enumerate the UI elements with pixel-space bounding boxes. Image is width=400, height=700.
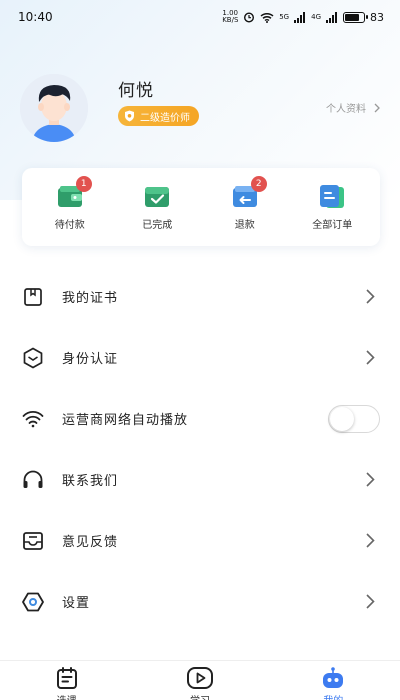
network-speed: 1.00 KB/S — [222, 9, 239, 24]
menu-label: 运营商网络自动播放 — [62, 413, 189, 428]
order-label: 全部订单 — [312, 219, 353, 231]
chevron-right-icon — [364, 472, 376, 488]
signal-bars-icon-2 — [326, 11, 337, 23]
certificate-icon — [22, 286, 44, 308]
autoplay-toggle[interactable] — [328, 404, 380, 433]
menu-label: 身份认证 — [62, 352, 119, 367]
signal-label-1: 5G — [279, 13, 290, 21]
battery-level: 83 — [370, 10, 384, 24]
order-card: 1 待付款 已完成 2 退款 全部订单 — [22, 168, 380, 246]
nav-label: 学习 — [190, 692, 210, 700]
settings-hex-icon — [22, 591, 44, 613]
menu-item-settings[interactable]: 设置 — [0, 571, 400, 632]
calendar-icon — [56, 667, 77, 689]
menu-label: 联系我们 — [62, 474, 119, 489]
profile-link-label: 个人资料 — [326, 104, 366, 115]
refund-count-badge: 2 — [250, 175, 267, 192]
nav-label: 选课 — [57, 692, 77, 700]
chevron-right-icon — [364, 533, 376, 549]
signal-bars-icon — [294, 11, 306, 23]
menu-item-contact[interactable]: 联系我们 — [0, 449, 400, 510]
alarm-icon — [244, 12, 255, 23]
settings-menu: 我的证书 身份认证 运营商网络自动播放 联系我们 意见反馈 设置 — [0, 266, 400, 632]
menu-label: 意见反馈 — [62, 535, 119, 550]
signal-label-2: 4G — [311, 13, 321, 21]
avatar[interactable] — [20, 74, 88, 142]
order-refund[interactable]: 2 退款 — [205, 175, 285, 231]
profile-link[interactable]: 个人资料 — [326, 100, 380, 115]
toggle-knob — [330, 406, 354, 431]
shield-icon — [123, 110, 135, 122]
robot-icon — [323, 667, 344, 688]
status-icons: 1.00 KB/S 5G 4G 83 — [222, 10, 384, 24]
level-badge: 二级造价师 — [118, 106, 199, 126]
chevron-right-icon — [364, 289, 376, 305]
play-icon — [186, 667, 213, 689]
all-orders-icon — [318, 184, 346, 210]
wifi-icon — [22, 408, 44, 430]
menu-item-feedback[interactable]: 意见反馈 — [0, 510, 400, 571]
chevron-right-icon — [374, 103, 380, 112]
nav-label: 我的 — [323, 692, 343, 700]
nav-tab-courses[interactable]: 选课 — [17, 661, 117, 700]
battery-icon — [343, 11, 368, 23]
user-name: 何悦 — [118, 81, 154, 101]
wifi-status-icon — [260, 12, 274, 23]
menu-item-identity[interactable]: 身份认证 — [0, 327, 400, 388]
order-completed[interactable]: 已完成 — [117, 184, 197, 231]
nav-tab-mine[interactable]: 我的 — [283, 661, 383, 700]
menu-item-autoplay: 运营商网络自动播放 — [0, 388, 400, 449]
identity-icon — [22, 347, 44, 369]
completed-check-icon — [143, 184, 171, 210]
order-label: 待付款 — [54, 219, 85, 231]
order-label: 已完成 — [142, 219, 173, 231]
menu-item-certificates[interactable]: 我的证书 — [0, 266, 400, 327]
headphones-icon — [22, 469, 44, 491]
pending-count-badge: 1 — [75, 175, 92, 192]
bottom-nav: 选课 学习 我的 — [0, 660, 400, 700]
order-pending-payment[interactable]: 1 待付款 — [30, 175, 110, 231]
chevron-right-icon — [364, 350, 376, 366]
menu-label: 设置 — [62, 596, 91, 611]
chevron-right-icon — [364, 594, 376, 610]
feedback-icon — [22, 530, 44, 552]
order-all[interactable]: 全部订单 — [292, 184, 372, 231]
order-label: 退款 — [234, 219, 255, 231]
level-badge-text: 二级造价师 — [140, 112, 190, 124]
menu-label: 我的证书 — [62, 291, 119, 306]
status-bar: 10:40 1.00 KB/S 5G 4G 83 — [0, 0, 400, 34]
status-time: 10:40 — [18, 10, 53, 24]
nav-tab-study[interactable]: 学习 — [150, 661, 250, 700]
